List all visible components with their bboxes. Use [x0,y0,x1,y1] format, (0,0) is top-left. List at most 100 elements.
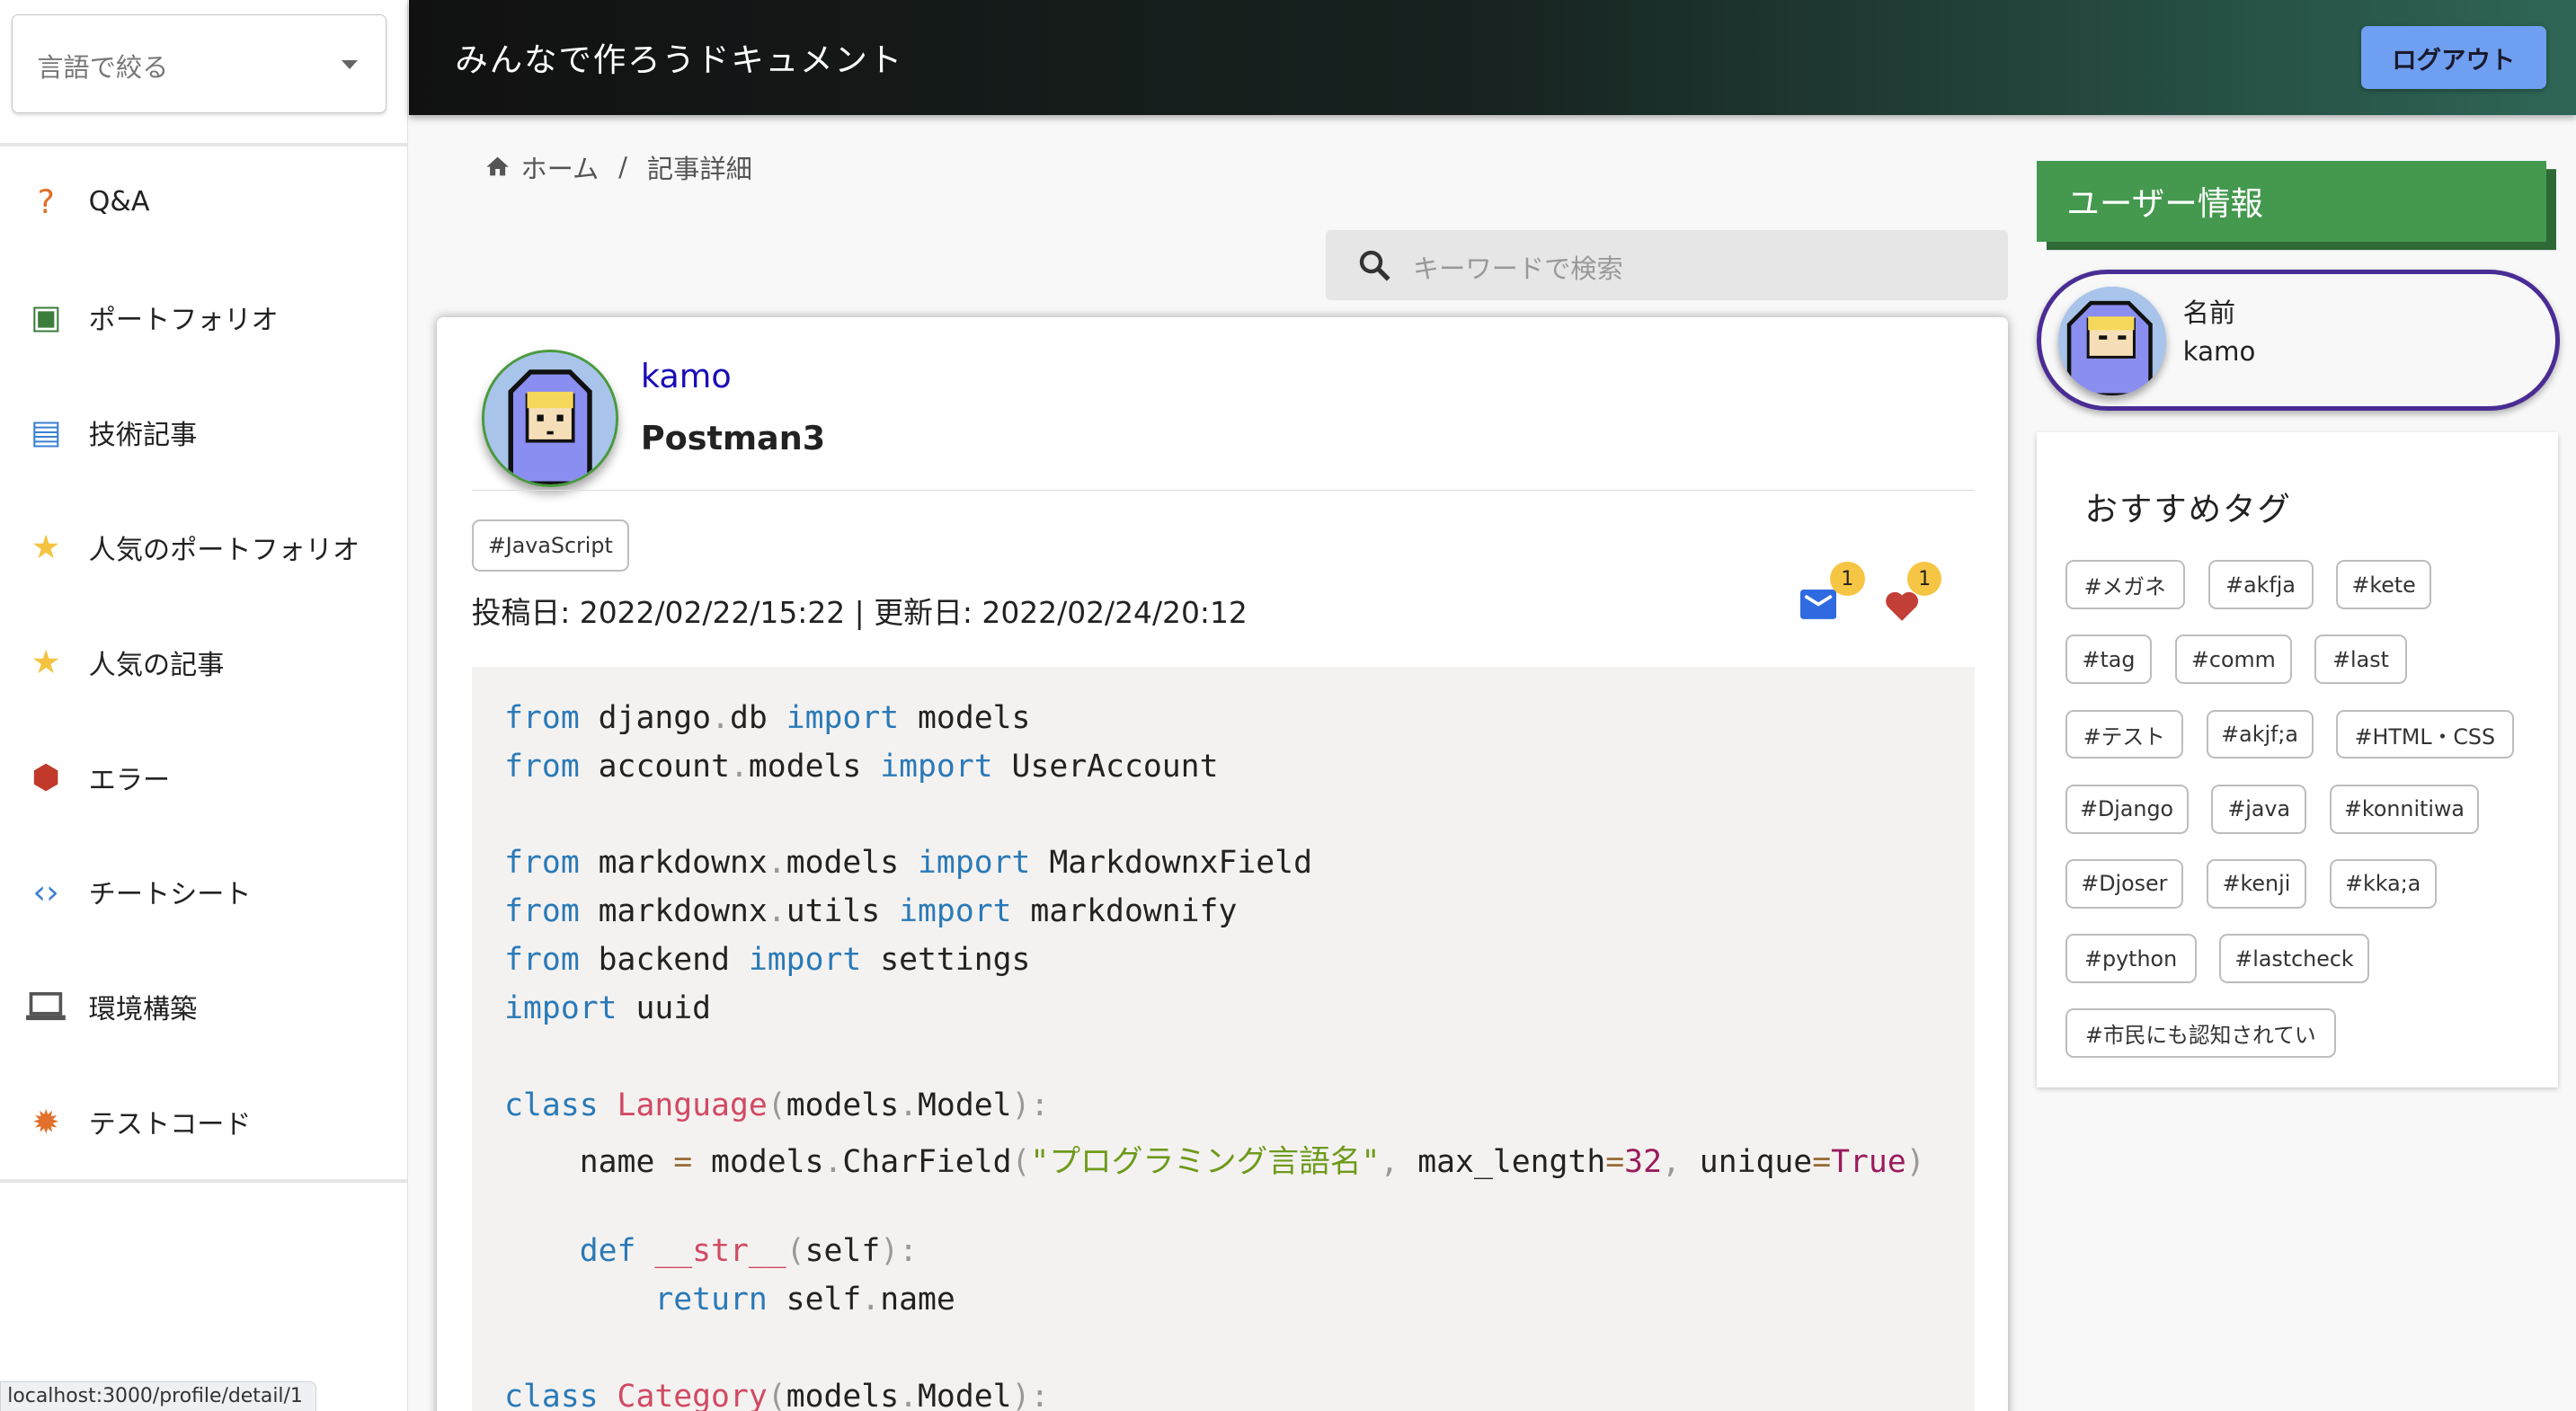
sidebar-item-label: 人気の記事 [88,649,225,681]
tag-chip[interactable]: #java [2211,784,2307,834]
tag-chip[interactable]: #comm [2175,635,2292,685]
sidebar-item[interactable]: ✹ テストコード [0,1064,407,1179]
code-token: def [579,1232,636,1269]
code-token: UserAccount [992,748,1219,785]
sidebar-item[interactable]: ▤ 技術記事 [0,375,407,490]
breadcrumb-separator: / [618,151,627,182]
code-token: settings [861,942,1031,979]
code-token: Language [617,1087,768,1123]
sidebar-item-label: チートシート [88,879,252,911]
code-token: ( [767,1378,786,1411]
code-token: name [880,1281,955,1318]
sidebar-item-label: 人気のポートフォリオ [88,534,360,566]
status-bar-url: localhost:3000/profile/detail/1 [0,1381,317,1411]
code-token: return [654,1281,768,1318]
article-tag-chip[interactable]: #JavaScript [471,519,630,572]
tag-chip[interactable]: #python [2065,934,2197,983]
sidebar-item[interactable]: ★ 人気のポートフォリオ [0,490,407,605]
pixel-avatar-icon [484,352,616,484]
tag-chip[interactable]: #lastcheck [2219,934,2369,983]
code-line: class Category(models.Model): [504,1379,1049,1411]
code-line: import uuid [504,990,711,1026]
code-token: ) [1905,1143,1925,1180]
code-token: . [899,1087,919,1123]
app-header: みんなで作ろうドキュメント ログアウト [409,0,2576,115]
code-token: ( [767,1087,786,1123]
code-icon: ‹› [32,872,59,911]
user-info-heading: ユーザー情報 [2037,161,2547,242]
sidebar-item[interactable]: ★ 人気の記事 [0,605,407,720]
heart-icon [1886,591,1919,622]
mail-count-badge: 1 [1830,562,1865,597]
code-token: uuid [617,990,712,1027]
breadcrumb-current: 記事詳細 [646,153,752,184]
code-token: models [786,1378,900,1411]
sidebar-item[interactable]: ? Q&A [0,145,407,260]
tag-chip[interactable]: #kenji [2206,858,2307,909]
home-icon [486,156,509,176]
tag-chip[interactable]: #テスト [2065,709,2184,759]
tag-chip[interactable]: #kka;a [2329,858,2437,909]
mail-button[interactable]: 1 [1800,562,1865,623]
code-token: from [504,845,580,882]
language-filter-select[interactable]: 言語で絞る [11,14,386,114]
code-token: self [804,1232,881,1269]
sidebar-item[interactable]: ⬢ エラー [0,720,407,835]
tag-chip[interactable]: #市民にも認知されてい [2065,1008,2337,1059]
code-token: models [748,748,881,785]
sidebar-item[interactable]: ‹› チートシート [0,835,407,950]
code-token: . [861,1281,881,1318]
code-token: account [579,748,730,785]
code-token: models [899,699,1031,736]
tag-chip[interactable]: #kete [2336,560,2432,610]
tag-chip[interactable]: #akjf;a [2206,709,2314,759]
code-token: Model [918,1378,1012,1411]
code-token: db [729,699,786,736]
divider [471,489,1975,492]
user-info-title: ユーザー情報 [2066,184,2263,224]
sidebar-item-label: 環境構築 [88,994,198,1026]
code-token: ): [1011,1378,1050,1411]
code-token: = [673,1143,693,1180]
like-button[interactable]: 1 [1884,562,1942,623]
author-link[interactable]: kamo [641,357,732,395]
tag-chip[interactable]: #last [2314,635,2407,685]
author-avatar[interactable] [481,350,618,487]
search-icon [1359,250,1390,281]
code-token: "プログラミング言語名" [1030,1143,1381,1180]
sidebar-item[interactable]: ▣ ポートフォリオ [0,260,407,375]
code-token: django [579,699,712,736]
bug-icon: ✹ [31,1102,60,1141]
recommended-tags-title: おすすめタグ [2084,490,2292,529]
tag-chip[interactable]: #tag [2065,635,2153,685]
code-token: import [504,990,617,1027]
breadcrumb-home[interactable]: ホーム [520,148,599,186]
user-avatar [2057,287,2167,395]
tag-chip[interactable]: #Djoser [2065,858,2184,909]
code-token: . [899,1378,919,1411]
user-profile-card[interactable]: 名前 kamo [2037,269,2560,411]
code-token: __str__ [654,1232,786,1269]
tag-chip[interactable]: #HTML・CSS [2336,709,2514,759]
sidebar-item[interactable]: 環境構築 [0,949,407,1064]
code-token: backend [579,942,749,979]
tag-chip[interactable]: #konnitiwa [2329,784,2480,834]
tag-chip[interactable]: #メガネ [2065,560,2185,610]
code-line: from markdownx.models import MarkdownxFi… [504,845,1312,881]
logout-button[interactable]: ログアウト [2360,26,2547,89]
sidebar: 言語で絞る ? Q&A ▣ ポートフォリオ ▤ 技術記事 ★ 人気のポートフォリオ ★ 人気の記事… [0,0,409,1411]
code-token: Category [617,1378,768,1411]
tag-chip[interactable]: #Django [2065,784,2189,834]
search-input[interactable]: キーワードで検索 [1326,229,2008,301]
tag-chip[interactable]: #akfja [2207,560,2314,610]
code-token: import [786,699,900,736]
sidebar-item-label: ポートフォリオ [88,304,279,336]
language-filter-placeholder: 言語で絞る [37,52,169,84]
code-token: = [1605,1143,1625,1180]
code-token: utils [786,893,900,930]
code-token: True [1831,1143,1906,1180]
mail-icon [1800,590,1837,620]
code-token: . [711,699,730,736]
